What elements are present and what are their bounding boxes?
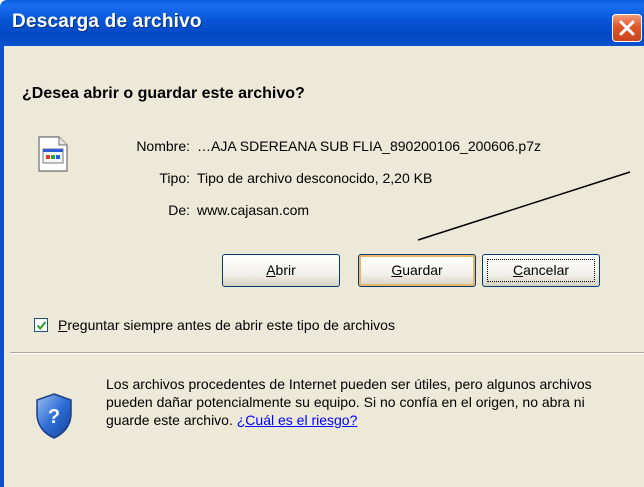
file-download-dialog: Descarga de archivo ¿Desea abrir o guard…	[0, 0, 644, 487]
annotation-arrow	[417, 171, 631, 241]
